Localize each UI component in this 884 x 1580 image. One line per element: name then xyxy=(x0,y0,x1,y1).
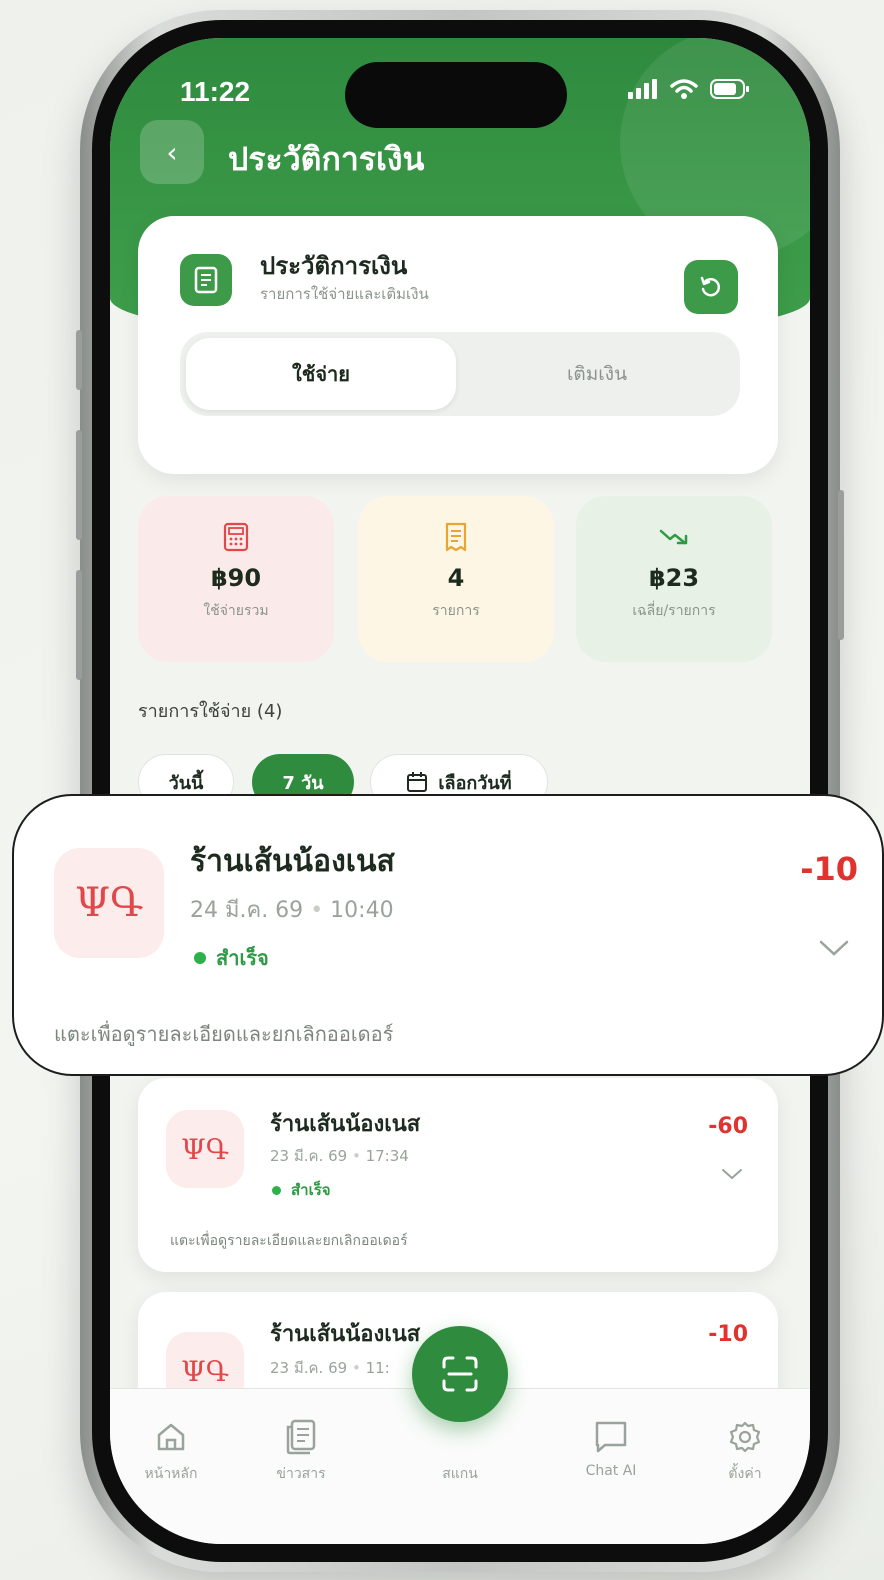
chevron-down-icon[interactable] xyxy=(818,938,850,958)
document-icon xyxy=(194,266,218,294)
history-card-title: ประวัติการเงิน xyxy=(260,252,408,280)
status-label: สำเร็จ xyxy=(216,946,269,970)
scan-button[interactable] xyxy=(412,1326,508,1422)
filter-label: เลือกวันที่ xyxy=(438,772,512,794)
history-card-subtitle: รายการใช้จ่ายและเติมเงิน xyxy=(260,285,429,303)
nav-home[interactable]: หน้าหลัก xyxy=(116,1417,226,1485)
food-icon: ΨԳ xyxy=(166,1110,244,1188)
order-date: 23 มี.ค. 69 xyxy=(270,1147,348,1165)
food-icon: ΨԳ xyxy=(54,848,164,958)
receipt-icon xyxy=(441,522,471,552)
order-name: ร้านเส้นน้องเนส xyxy=(270,1322,421,1347)
history-card: ประวัติการเงิน รายการใช้จ่ายและเติมเงิน … xyxy=(138,216,778,474)
stat-total-spending: ฿90 ใช้จ่ายรวม xyxy=(138,496,334,662)
status-icons xyxy=(628,78,750,100)
history-badge xyxy=(180,254,232,306)
order-time: 17:34 xyxy=(365,1147,409,1165)
order-hint: แตะเพื่อดูรายละเอียดและยกเลิกออเดอร์ xyxy=(54,1022,394,1046)
stat-label: เฉลี่ย/รายการ xyxy=(632,603,716,619)
tab-topup[interactable]: เติมเงิน xyxy=(460,338,734,410)
refresh-button[interactable] xyxy=(684,260,738,314)
order-amount: -60 xyxy=(708,1114,748,1139)
order-amount: -10 xyxy=(800,850,858,888)
type-segmented-control: ใช้จ่าย เติมเงิน xyxy=(180,332,740,416)
status-dot-icon xyxy=(194,952,206,964)
battery-icon xyxy=(710,79,749,99)
home-icon xyxy=(157,1423,185,1451)
order-hint: แตะเพื่อดูรายละเอียดและยกเลิกออเดอร์ xyxy=(170,1233,408,1249)
scan-icon xyxy=(442,1356,478,1392)
order-name: ร้านเส้นน้องเนส xyxy=(190,844,395,879)
dynamic-island xyxy=(345,62,567,128)
filter-label: 7 วัน xyxy=(282,772,324,794)
status-dot-icon xyxy=(272,1185,281,1195)
nav-label: หน้าหลัก xyxy=(144,1466,198,1482)
section-title: รายการใช้จ่าย (4) xyxy=(138,701,283,722)
order-datetime: 23 มี.ค. 69 • 11: xyxy=(270,1359,390,1377)
phone-action-button xyxy=(76,330,82,390)
nav-label: สแกน xyxy=(442,1466,478,1482)
phone-volume-down-button xyxy=(76,570,82,680)
order-datetime: 23 มี.ค. 69 • 17:34 xyxy=(270,1147,409,1165)
back-button[interactable]: ‹ xyxy=(140,120,204,184)
order-name: ร้านเส้นน้องเนส xyxy=(270,1112,421,1137)
order-status: สำเร็จ xyxy=(194,942,269,974)
order-time: 11: xyxy=(365,1359,390,1377)
nav-label: Chat AI xyxy=(585,1463,637,1479)
order-time: 10:40 xyxy=(330,898,394,923)
order-date: 23 มี.ค. 69 xyxy=(270,1359,348,1377)
tab-spending[interactable]: ใช้จ่าย xyxy=(186,338,456,410)
nav-label: ข่าวสาร xyxy=(276,1466,326,1482)
news-icon xyxy=(286,1419,316,1455)
stat-label: รายการ xyxy=(432,603,480,619)
status-label: สำเร็จ xyxy=(291,1181,331,1199)
chat-icon xyxy=(595,1421,627,1453)
phone-power-button xyxy=(838,490,844,640)
app-screen: 11:22 ‹ ประวัติการเงิน ประวัติการเงิน รา… xyxy=(110,38,810,1544)
stat-label: ใช้จ่ายรวม xyxy=(203,603,269,619)
signal-icon xyxy=(628,79,657,99)
stat-value: 4 xyxy=(447,564,465,592)
nav-settings[interactable]: ตั้งค่า xyxy=(690,1417,800,1485)
nav-news[interactable]: ข่าวสาร xyxy=(246,1417,356,1485)
phone-volume-up-button xyxy=(76,430,82,540)
wifi-icon xyxy=(670,79,698,99)
order-datetime: 24 มี.ค. 69 • 10:40 xyxy=(190,898,394,923)
order-item[interactable]: ΨԳ ร้านเส้นน้องเนส 23 มี.ค. 69 • 17:34 ส… xyxy=(138,1078,778,1272)
stat-count: 4 รายการ xyxy=(358,496,554,662)
page-title: ประวัติการเงิน xyxy=(228,140,425,178)
refresh-icon xyxy=(700,276,721,297)
nav-scan[interactable]: สแกน xyxy=(405,1417,515,1485)
settings-icon xyxy=(729,1421,761,1453)
order-date: 24 มี.ค. 69 xyxy=(190,898,304,923)
chevron-down-icon[interactable] xyxy=(720,1166,744,1182)
filter-label: วันนี้ xyxy=(168,772,204,794)
order-amount: -10 xyxy=(708,1322,748,1347)
stat-value: ฿23 xyxy=(648,564,700,592)
order-item-zoom[interactable]: ΨԳ ร้านเส้นน้องเนส 24 มี.ค. 69 • 10:40 ส… xyxy=(12,794,884,1076)
calendar-icon xyxy=(407,772,428,792)
nav-chat-ai[interactable]: Chat AI xyxy=(556,1417,666,1479)
trend-down-icon xyxy=(659,522,689,552)
stat-value: ฿90 xyxy=(210,564,262,592)
stat-average: ฿23 เฉลี่ย/รายการ xyxy=(576,496,772,662)
chevron-left-icon: ‹ xyxy=(166,135,178,169)
calculator-icon xyxy=(221,522,251,552)
nav-label: ตั้งค่า xyxy=(728,1466,762,1482)
status-time: 11:22 xyxy=(180,76,251,107)
order-status: สำเร็จ xyxy=(272,1178,331,1202)
